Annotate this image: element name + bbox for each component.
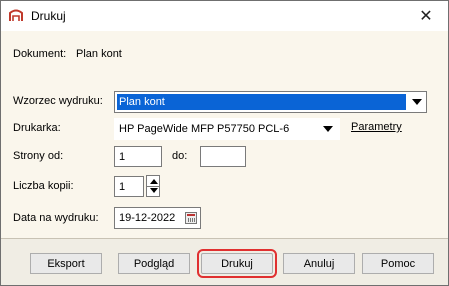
chevron-down-icon: [323, 126, 333, 132]
print-button[interactable]: Drukuj: [197, 249, 277, 278]
printer-label: Drukarka:: [13, 122, 61, 134]
button-bar: Eksport Podgląd Drukuj Anuluj Pomoc: [1, 238, 448, 285]
arrow-up-icon: [150, 179, 158, 184]
calendar-icon[interactable]: [185, 212, 197, 224]
pages-from-label: Strony od:: [13, 150, 64, 162]
copies-stepper[interactable]: [146, 175, 160, 197]
preview-button[interactable]: Podgląd: [118, 253, 190, 274]
pages-from-input[interactable]: 1: [114, 146, 162, 167]
close-button[interactable]: ✕: [404, 1, 448, 31]
parameters-link[interactable]: Parametry: [351, 121, 402, 133]
printer-select[interactable]: HP PageWide MFP P57750 PCL-6: [114, 118, 340, 140]
pages-to-label: do:: [172, 150, 188, 162]
stepper-divider: [147, 186, 159, 187]
close-icon: ✕: [419, 8, 433, 25]
template-select[interactable]: Plan kont: [114, 91, 427, 113]
copies-label: Liczba kopii:: [13, 180, 74, 192]
window-title: Drukuj: [31, 9, 66, 23]
help-button[interactable]: Pomoc: [362, 253, 434, 274]
printer-select-value: HP PageWide MFP P57750 PCL-6: [119, 123, 290, 135]
print-dialog: Drukuj ✕ Dokument: Plan kont Wzorzec wyd…: [0, 0, 449, 286]
title-bar: Drukuj ✕: [1, 1, 448, 31]
copies-input[interactable]: 1: [114, 176, 144, 197]
document-label: Dokument:: [13, 48, 67, 60]
export-button[interactable]: Eksport: [30, 253, 102, 274]
copies-value: 1: [119, 180, 126, 193]
chevron-down-icon: [412, 99, 422, 105]
template-select-value: Plan kont: [117, 94, 406, 110]
cancel-button[interactable]: Anuluj: [283, 253, 355, 274]
print-date-input[interactable]: 19-12-2022: [114, 207, 201, 229]
template-label: Wzorzec wydruku:: [13, 95, 103, 107]
arrow-down-icon: [150, 188, 158, 193]
pages-to-input[interactable]: [200, 146, 246, 167]
pages-from-value: 1: [119, 150, 126, 163]
app-logo-icon: [9, 9, 23, 21]
print-date-label: Data na wydruku:: [13, 212, 99, 224]
document-value: Plan kont: [76, 48, 122, 60]
dialog-body: Dokument: Plan kont Wzorzec wydruku: Pla…: [1, 31, 448, 238]
print-date-value: 19-12-2022: [119, 212, 176, 224]
